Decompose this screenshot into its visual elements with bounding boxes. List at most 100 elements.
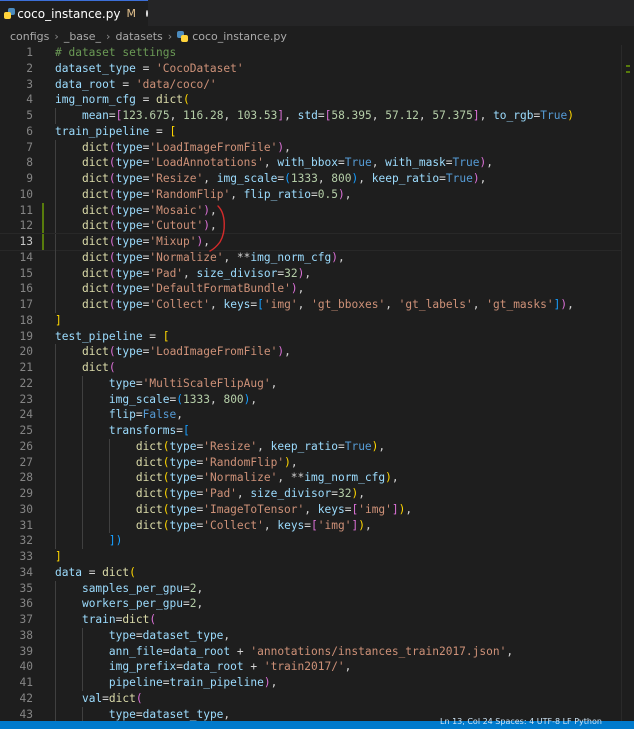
code-line[interactable]: 23 img_scale=(1333, 800), xyxy=(0,391,622,408)
code-token: = xyxy=(445,156,453,170)
breadcrumb-item-datasets[interactable]: datasets xyxy=(115,30,162,43)
unsaved-dot-icon[interactable] xyxy=(145,10,148,17)
code-token: , xyxy=(270,376,278,390)
code-line[interactable]: 29 dict(type='Pad', size_divisor=32), xyxy=(0,486,622,502)
code-token: = xyxy=(439,172,446,185)
code-token: 'gt_bboxes' xyxy=(311,298,386,311)
code-token: 'CocoDataset' xyxy=(156,61,244,75)
code-token: 'img' xyxy=(263,298,298,311)
code-line[interactable]: 32 ]) xyxy=(0,533,622,549)
code-token: dataset_type xyxy=(142,628,224,642)
code-line[interactable]: 10 dict(type='RandomFlip', flip_ratio=0.… xyxy=(0,186,622,203)
tab-coco-instance[interactable]: coco_instance.py M xyxy=(0,0,148,26)
code-line[interactable]: 24 flip=False, xyxy=(0,407,622,423)
code-line[interactable]: 42 val=dict( xyxy=(0,690,622,707)
code-line[interactable]: 4 img_norm_cfg = dict( xyxy=(0,92,622,108)
breadcrumb-item-base[interactable]: _base_ xyxy=(64,30,101,43)
breadcrumb-item-file[interactable]: coco_instance.py xyxy=(192,30,287,43)
code-line[interactable]: 18] xyxy=(0,313,622,329)
code-token: , xyxy=(223,109,237,122)
code-line[interactable]: 14 dict(type='Normalize', **img_norm_cfg… xyxy=(0,249,622,266)
code-line[interactable]: 17 dict(type='Collect', keys=['img', 'gt… xyxy=(0,297,622,313)
code-token: type xyxy=(115,140,143,154)
code-line[interactable]: 38 type=dataset_type, xyxy=(0,627,622,644)
code-token: , xyxy=(297,282,305,296)
code-token: val xyxy=(81,691,103,705)
code-line[interactable]: 7 dict(type='LoadImageFromFile'), xyxy=(0,139,622,156)
code-text: train_pipeline = [ xyxy=(55,124,176,140)
code-line[interactable]: 27 dict(type='RandomFlip'), xyxy=(0,454,622,471)
code-line[interactable]: 16 dict(type='DefaultFormatBundle'), xyxy=(0,281,622,297)
status-text: Ln 13, Col 24 Spaces: 4 UTF-8 LF Python xyxy=(440,717,602,726)
code-line[interactable]: 9 dict(type='Resize', img_scale=(1333, 8… xyxy=(0,171,622,187)
breadcrumb-item-configs[interactable]: configs xyxy=(10,30,49,43)
code-token: , xyxy=(284,109,298,122)
code-line[interactable]: 12 dict(type='Cutout'), xyxy=(0,218,622,234)
code-line[interactable]: 34 data = dict( xyxy=(0,565,622,581)
code-line[interactable]: 37 train=dict( xyxy=(0,612,622,628)
code-token: train_pipeline xyxy=(169,676,264,689)
code-line[interactable]: 41 pipeline=train_pipeline), xyxy=(0,675,622,691)
code-line[interactable]: 40 img_prefix=data_root + 'train2017/', xyxy=(0,659,622,675)
code-text: data_root = 'data/coco/' xyxy=(55,77,217,93)
code-line[interactable]: 28 dict(type='Normalize', **img_norm_cfg… xyxy=(0,470,622,486)
code-line[interactable]: 31 dict(type='Collect', keys=['img']), xyxy=(0,517,622,534)
code-line[interactable]: 15 dict(type='Pad', size_divisor=32), xyxy=(0,265,622,282)
code-token: , xyxy=(472,298,487,311)
code-line[interactable]: 30 dict(type='ImageToTensor', keys=['img… xyxy=(0,501,622,518)
code-token: type xyxy=(108,376,136,390)
code-line[interactable]: 8 dict(type = 'LoadAnnotations', with_bbox… xyxy=(0,155,622,171)
code-token: 32 xyxy=(284,266,298,280)
code-token: , xyxy=(385,298,399,311)
code-text: dict(type='RandomFlip'), xyxy=(55,455,298,471)
line-number: 42 xyxy=(19,691,33,705)
code-token: workers_per_gpu xyxy=(81,597,183,611)
code-token: flip xyxy=(108,408,136,422)
code-token: = xyxy=(135,707,143,721)
chevron-right-icon: › xyxy=(167,29,173,43)
editor-scrollbar[interactable] xyxy=(621,45,634,721)
code-line[interactable]: 33] xyxy=(0,549,622,565)
code-line[interactable]: 39 ann_file=data_root + 'annotations/ins… xyxy=(0,643,622,660)
code-line[interactable]: 6 train_pipeline = [ xyxy=(0,124,622,140)
code-token: 1333 xyxy=(183,392,210,406)
code-line[interactable]: 35 samples_per_gpu=2, xyxy=(0,580,622,597)
code-editor[interactable]: 1 # dataset settings 2 dataset_type = 'Coco… xyxy=(0,45,622,721)
code-token: = xyxy=(337,439,345,453)
line-number: 38 xyxy=(19,628,33,642)
code-line[interactable]: 26 dict(type='Resize', keep_ratio=True), xyxy=(0,438,622,455)
git-modified-marker[interactable] xyxy=(42,234,44,250)
code-text: dict(type='LoadAnnotations', with_bbox=T… xyxy=(55,155,493,171)
code-token: 103.53 xyxy=(236,109,278,122)
code-token: keep_ratio xyxy=(270,439,338,453)
code-line[interactable]: 11 dict(type='Mosaic'), xyxy=(0,202,622,219)
code-line[interactable]: 21 dict( xyxy=(0,360,622,376)
code-token: 'data/coco/' xyxy=(135,77,217,91)
code-token: type xyxy=(115,282,143,296)
code-text: flip=False, xyxy=(55,407,183,423)
code-token: = xyxy=(142,329,163,343)
code-token: type xyxy=(115,266,143,280)
code-token: transforms xyxy=(108,424,177,437)
git-modified-marker[interactable] xyxy=(42,218,44,234)
code-line[interactable]: 3 data_root = 'data/coco/' xyxy=(0,77,622,93)
git-modified-marker[interactable] xyxy=(42,202,44,219)
code-token: ] xyxy=(472,109,480,122)
code-line[interactable]: 25 transforms=[ xyxy=(0,423,622,439)
code-line[interactable]: 13 dict(type='Mixup'), xyxy=(0,233,622,251)
code-token: 116.28 xyxy=(183,109,224,122)
code-text: workers_per_gpu=2, xyxy=(55,596,203,612)
code-line[interactable]: 5 mean=[123.675, 116.28, 103.53], std=[5… xyxy=(0,108,622,124)
code-line[interactable]: 19 test_pipeline = [ xyxy=(0,329,622,345)
code-line[interactable]: 36 workers_per_gpu=2, xyxy=(0,596,622,612)
python-file-icon xyxy=(3,8,16,19)
code-line[interactable]: 2 dataset_type = 'CocoDataset' xyxy=(0,61,622,77)
code-line[interactable]: 22 type='MultiScaleFlipAug', xyxy=(0,375,622,392)
code-line[interactable]: 1 # dataset settings xyxy=(0,45,622,61)
code-token: 'Normalize' xyxy=(149,250,224,264)
code-token: ( xyxy=(176,392,184,406)
code-line[interactable]: 20 dict(type='LoadImageFromFile'), xyxy=(0,344,622,360)
